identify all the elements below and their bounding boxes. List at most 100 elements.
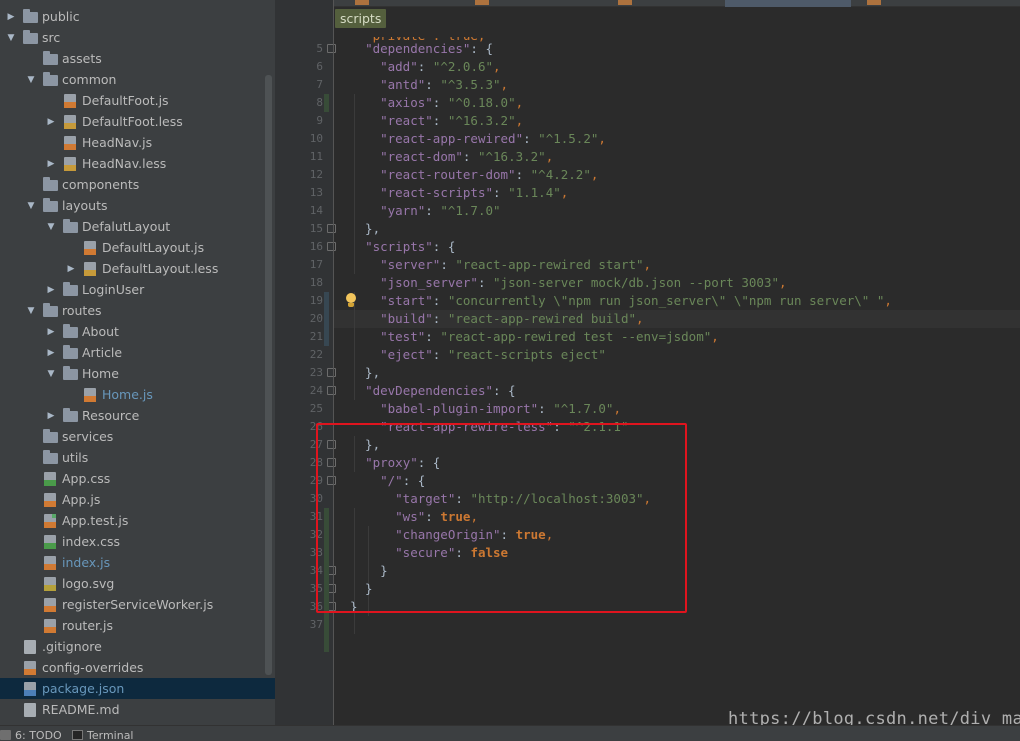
tree-file[interactable]: ▶App.test.js: [0, 510, 275, 531]
tree-file[interactable]: ▶index.css: [0, 531, 275, 552]
vcs-change-marker[interactable]: [324, 94, 329, 112]
tab-file-icon[interactable]: [355, 0, 369, 5]
line-number: 15: [309, 222, 323, 235]
terminal-tool-button[interactable]: Terminal: [72, 728, 134, 741]
tree-folder[interactable]: ▶ Article: [0, 342, 275, 363]
tree-item-label: router.js: [62, 618, 113, 633]
code-token: "json-server mock/db.json --port 3003": [493, 275, 779, 290]
chevron-right-icon[interactable]: ▶: [65, 263, 77, 275]
tree-file[interactable]: ▶App.js: [0, 489, 275, 510]
chevron-right-icon[interactable]: ▶: [45, 116, 57, 128]
tree-item-label: Article: [82, 345, 123, 360]
tree-file[interactable]: ▶config-overrides: [0, 657, 275, 678]
tab-file-icon[interactable]: [618, 0, 632, 5]
text-file-icon: [24, 639, 36, 654]
chevron-right-icon[interactable]: ▶: [5, 11, 17, 23]
fold-marker-icon[interactable]: [327, 242, 336, 251]
tree-item-label: index.css: [62, 534, 121, 549]
tree-file[interactable]: ▶.gitignore: [0, 636, 275, 657]
tab-file-icon[interactable]: [867, 0, 881, 5]
tree-file[interactable]: ▶DefaultLayout.js: [0, 237, 275, 258]
tree-folder[interactable]: ▶assets: [0, 48, 275, 69]
chevron-down-icon[interactable]: ▼: [25, 74, 37, 86]
js-file-icon: [24, 660, 36, 675]
code-line: "axios": "^0.18.0",: [350, 94, 523, 112]
tree-file[interactable]: ▶App.css: [0, 468, 275, 489]
text-file-icon: [24, 702, 36, 717]
code-token: "react-scripts": [380, 185, 493, 200]
breadcrumb[interactable]: scripts: [335, 9, 387, 28]
tree-folder[interactable]: ▼ DefalutLayout: [0, 216, 275, 237]
tree-file[interactable]: ▶logo.svg: [0, 573, 275, 594]
tree-folder[interactable]: ▼ common: [0, 69, 275, 90]
chevron-right-icon[interactable]: ▶: [45, 410, 57, 422]
code-token: "^0.18.0": [447, 95, 516, 110]
tree-folder[interactable]: ▼ routes: [0, 300, 275, 321]
tree-file[interactable]: ▶router.js: [0, 615, 275, 636]
code-token: "^16.3.2": [447, 113, 516, 128]
code-line: },: [350, 364, 380, 382]
vcs-change-marker[interactable]: [324, 292, 329, 346]
tree-folder[interactable]: ▶components: [0, 174, 275, 195]
tree-file[interactable]: ▶ DefaultFoot.less: [0, 111, 275, 132]
tree-file[interactable]: ▶registerServiceWorker.js: [0, 594, 275, 615]
js-file-icon: [64, 135, 76, 150]
tree-file[interactable]: ▶DefaultFoot.js: [0, 90, 275, 111]
code-line: "eject": "react-scripts eject": [350, 346, 606, 364]
svg-file-icon: [44, 576, 56, 591]
tree-scrollbar[interactable]: [265, 75, 272, 675]
chevron-right-icon[interactable]: ▶: [45, 158, 57, 170]
tree-item-label: DefaultFoot.less: [82, 114, 183, 129]
tree-folder[interactable]: ▶ public: [0, 6, 275, 27]
tree-file[interactable]: ▶index.js: [0, 552, 275, 573]
lightbulb-icon[interactable]: [345, 293, 357, 309]
chevron-down-icon[interactable]: ▼: [45, 221, 57, 233]
tree-folder[interactable]: ▶ LoginUser: [0, 279, 275, 300]
tree-folder[interactable]: ▼ src: [0, 27, 275, 48]
tree-folder[interactable]: ▼ Home: [0, 363, 275, 384]
tree-file[interactable]: ▶Home.js: [0, 384, 275, 405]
code-token: : {: [493, 383, 516, 398]
code-token: : {: [432, 239, 456, 254]
todo-tool-button[interactable]: 6: TODO: [0, 728, 62, 741]
tree-item-label: Home.js: [102, 387, 153, 402]
code-editor[interactable]: 5 6 7 8 9 10 11 12 13 14 15 16 17 18 19 20 21 22 23 24 25 26 2…: [275, 0, 1020, 725]
chevron-down-icon[interactable]: ▼: [25, 200, 37, 212]
code-token: "react-app-rewired build": [447, 311, 637, 326]
line-number: 18: [309, 276, 323, 289]
chevron-right-icon[interactable]: ▶: [45, 347, 57, 359]
chevron-right-icon[interactable]: ▶: [45, 326, 57, 338]
tree-folder[interactable]: ▶ About: [0, 321, 275, 342]
tree-file[interactable]: ▶HeadNav.js: [0, 132, 275, 153]
fold-marker-icon[interactable]: [327, 386, 336, 395]
tree-folder[interactable]: ▶services: [0, 426, 275, 447]
folder-icon: [43, 302, 58, 317]
chevron-down-icon[interactable]: ▼: [5, 32, 17, 44]
chevron-down-icon[interactable]: ▼: [45, 368, 57, 380]
editor-tab-strip[interactable]: [275, 0, 1020, 7]
tree-folder[interactable]: ▶utils: [0, 447, 275, 468]
tree-file[interactable]: ▶package.json: [0, 678, 275, 699]
tree-file[interactable]: ▶README.md: [0, 699, 275, 720]
folder-icon: [43, 197, 58, 212]
tree-file[interactable]: ▶ HeadNav.less: [0, 153, 275, 174]
active-tab[interactable]: [725, 0, 851, 7]
fold-marker-icon[interactable]: [327, 44, 336, 53]
tree-folder[interactable]: ▼ layouts: [0, 195, 275, 216]
code-line: "start": "concurrently \"npm run json_se…: [350, 292, 892, 310]
tree-item-label: registerServiceWorker.js: [62, 597, 214, 612]
code-line: "add": "^2.0.6",: [350, 58, 500, 76]
tree-item-label: DefaultLayout.less: [102, 261, 219, 276]
tree-item-label: components: [62, 177, 140, 192]
tree-folder[interactable]: ▶ Resource: [0, 405, 275, 426]
tab-file-icon[interactable]: [475, 0, 489, 5]
chevron-right-icon[interactable]: ▶: [45, 284, 57, 296]
chevron-down-icon[interactable]: ▼: [25, 305, 37, 317]
fold-marker-icon[interactable]: [327, 368, 336, 377]
tree-file[interactable]: ▶ DefaultLayout.less: [0, 258, 275, 279]
fold-marker-icon[interactable]: [327, 224, 336, 233]
